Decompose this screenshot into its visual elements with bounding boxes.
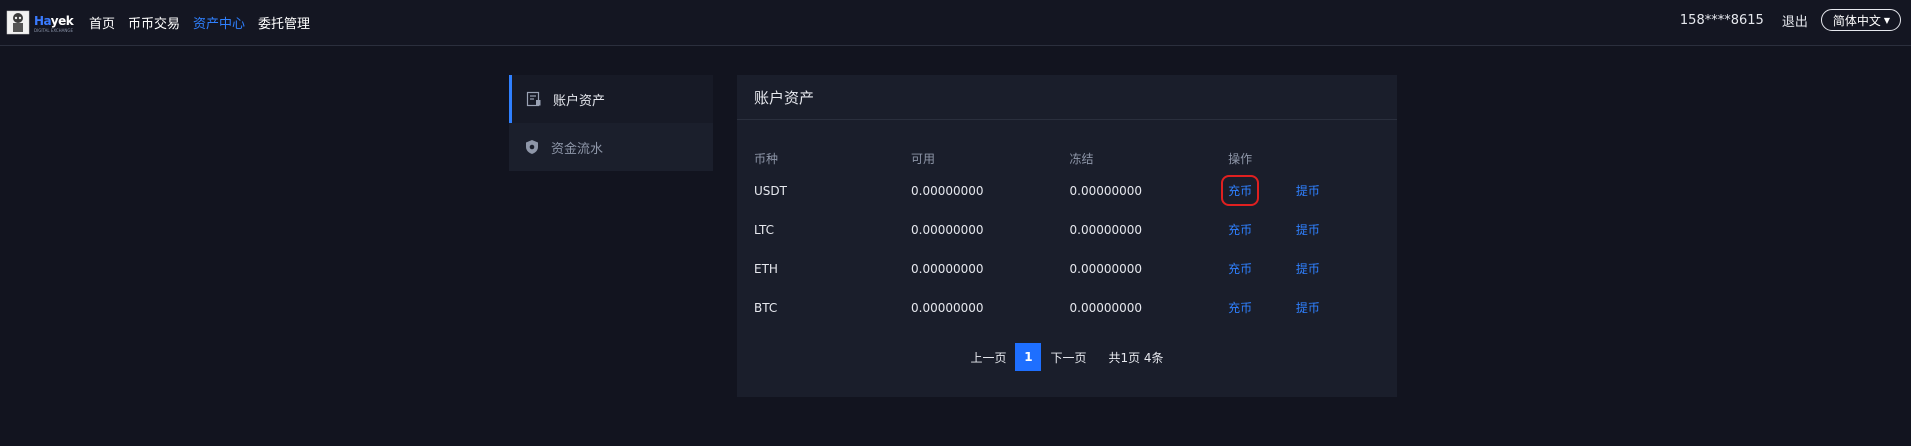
withdraw-button[interactable]: 提币 <box>1296 299 1320 316</box>
assets-table: 币种 可用 冻结 操作 USDT 0.00000000 0.00000000 充… <box>754 145 1397 327</box>
pagination-total: 共1页 4条 <box>1108 350 1164 365</box>
deposit-button[interactable]: 充币 <box>1228 260 1252 277</box>
frozen-balance: 0.00000000 <box>1069 300 1143 315</box>
language-selector[interactable]: 简体中文 ▼ <box>1820 9 1901 31</box>
prev-page-button[interactable]: 上一页 <box>970 349 1006 366</box>
mascot-icon <box>6 10 30 35</box>
frozen-balance: 0.00000000 <box>1069 222 1143 237</box>
table-row: ETH 0.00000000 0.00000000 充币 提币 <box>754 249 1397 288</box>
table-row: BTC 0.00000000 0.00000000 充币 提币 <box>754 288 1397 327</box>
available-balance: 0.00000000 <box>911 222 984 237</box>
column-header-actions: 操作 <box>1228 151 1253 166</box>
brand-tagline: DIGITAL EXCHANGE <box>34 28 74 33</box>
header-right: 158****8615 退出 简体中文 ▼ <box>1680 9 1901 31</box>
column-header-frozen: 冻结 <box>1069 151 1094 166</box>
language-label: 简体中文 <box>1832 13 1881 28</box>
coin-name: BTC <box>754 300 778 315</box>
shield-icon <box>523 138 541 156</box>
panel-title: 账户资产 <box>737 75 1397 120</box>
frozen-balance: 0.00000000 <box>1069 183 1143 198</box>
available-balance: 0.00000000 <box>911 261 984 276</box>
asset-sidebar: 账户资产 资金流水 <box>509 75 713 171</box>
nav-order-management[interactable]: 委托管理 <box>258 13 310 32</box>
sidebar-item-label: 资金流水 <box>551 141 604 157</box>
deposit-button[interactable]: 充币 <box>1228 221 1252 238</box>
available-balance: 0.00000000 <box>911 300 984 315</box>
row-actions: 充币 提币 <box>1228 288 1397 327</box>
withdraw-button[interactable]: 提币 <box>1296 221 1320 238</box>
nav-home[interactable]: 首页 <box>89 13 115 32</box>
row-actions: 充币 提币 <box>1221 171 1397 210</box>
coin-name: LTC <box>754 222 775 237</box>
pagination: 上一页 1 下一页 共1页 4条 <box>737 343 1397 371</box>
wallet-card-icon <box>525 90 543 108</box>
account-assets-panel: 账户资产 币种 可用 冻结 操作 USDT 0.00000000 0.00000… <box>737 75 1397 397</box>
brand-name: Hayek <box>34 14 74 28</box>
user-phone[interactable]: 158****8615 <box>1680 13 1764 28</box>
row-actions: 充币 提币 <box>1228 210 1397 249</box>
available-balance: 0.00000000 <box>911 183 984 198</box>
sidebar-item-fund-flow[interactable]: 资金流水 <box>509 123 713 171</box>
table-row: USDT 0.00000000 0.00000000 充币 提币 <box>754 171 1397 210</box>
nav-asset-center[interactable]: 资产中心 <box>193 13 245 32</box>
withdraw-button[interactable]: 提币 <box>1296 260 1320 277</box>
deposit-button[interactable]: 充币 <box>1221 175 1260 206</box>
sidebar-item-label: 账户资产 <box>553 93 606 109</box>
table-header-row: 币种 可用 冻结 操作 <box>754 145 1397 171</box>
sidebar-item-account-assets[interactable]: 账户资产 <box>509 75 713 123</box>
deposit-button[interactable]: 充币 <box>1228 299 1252 316</box>
withdraw-button[interactable]: 提币 <box>1296 182 1320 199</box>
main-nav: 首页 币币交易 资产中心 委托管理 <box>89 13 310 32</box>
top-navigation-bar: Hayek DIGITAL EXCHANGE 首页 币币交易 资产中心 委托管理… <box>0 0 1911 46</box>
page-number-button[interactable]: 1 <box>1015 343 1042 371</box>
column-header-coin: 币种 <box>754 151 779 166</box>
table-row: LTC 0.00000000 0.00000000 充币 提币 <box>754 210 1397 249</box>
logout-link[interactable]: 退出 <box>1782 11 1808 30</box>
brand-logo[interactable]: Hayek DIGITAL EXCHANGE <box>6 10 74 35</box>
row-actions: 充币 提币 <box>1228 249 1397 288</box>
frozen-balance: 0.00000000 <box>1069 261 1143 276</box>
caret-down-icon: ▼ <box>1883 15 1890 25</box>
column-header-available: 可用 <box>911 151 936 166</box>
coin-name: USDT <box>754 183 787 198</box>
nav-coin-trading[interactable]: 币币交易 <box>128 13 180 32</box>
coin-name: ETH <box>754 261 778 276</box>
next-page-button[interactable]: 下一页 <box>1050 349 1086 366</box>
